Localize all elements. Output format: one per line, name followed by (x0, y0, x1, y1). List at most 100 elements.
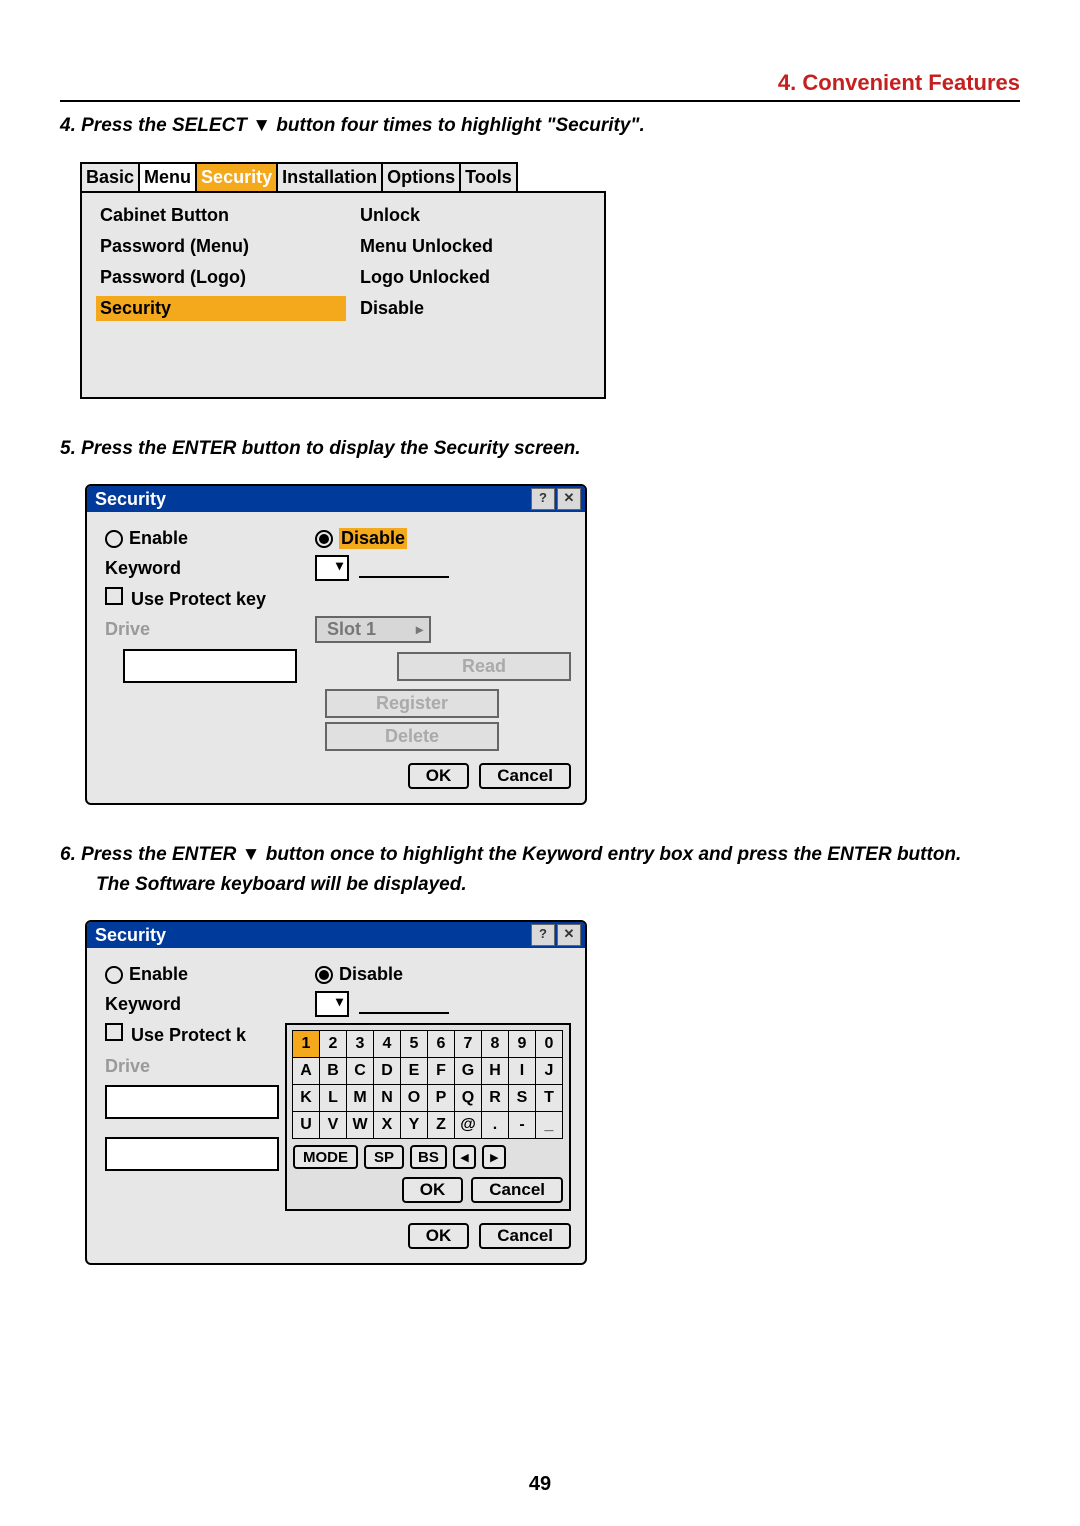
keyword-dropdown[interactable] (315, 555, 349, 581)
key-f[interactable]: F (427, 1057, 455, 1085)
use-protect-key-checkbox-2[interactable]: Use Protect k (105, 1023, 279, 1046)
key-t[interactable]: T (535, 1084, 563, 1112)
help-icon-2[interactable]: ? (531, 924, 555, 946)
key-mode[interactable]: MODE (293, 1145, 358, 1169)
row-password-menu[interactable]: Password (Menu) (96, 234, 346, 259)
key-4[interactable]: 4 (373, 1030, 401, 1058)
tab-menu[interactable]: Menu (138, 162, 197, 191)
radio-disable[interactable]: Disable (315, 528, 407, 549)
val-unlock: Unlock (356, 203, 497, 228)
key-5[interactable]: 5 (400, 1030, 428, 1058)
key-e[interactable]: E (400, 1057, 428, 1085)
key-y[interactable]: Y (400, 1111, 428, 1139)
step4-pre: 4. Press the SELECT (60, 115, 252, 136)
key-d[interactable]: D (373, 1057, 401, 1085)
key-q[interactable]: Q (454, 1084, 482, 1112)
radio-enable[interactable]: Enable (105, 528, 315, 549)
delete-button[interactable]: Delete (325, 722, 499, 751)
key-2[interactable]: 2 (319, 1030, 347, 1058)
ok-button[interactable]: OK (408, 763, 470, 789)
radio-enable-2[interactable]: Enable (105, 964, 315, 985)
step-5: 5. Press the ENTER button to display the… (60, 435, 1020, 463)
key-right[interactable]: ▸ (482, 1145, 506, 1169)
key-bs[interactable]: BS (410, 1145, 447, 1169)
key-6[interactable]: 6 (427, 1030, 455, 1058)
key-u[interactable]: U (292, 1111, 320, 1139)
key-left[interactable]: ◂ (453, 1145, 477, 1169)
val-menu-unlocked: Menu Unlocked (356, 234, 497, 259)
key-x[interactable]: X (373, 1111, 401, 1139)
help-icon[interactable]: ? (531, 488, 555, 510)
radio-disable-2[interactable]: Disable (315, 964, 403, 985)
key-underscore[interactable]: _ (535, 1111, 563, 1139)
keyword-input[interactable] (359, 558, 449, 578)
dlg2-cancel-button[interactable]: Cancel (479, 1223, 571, 1249)
tab-basic[interactable]: Basic (80, 162, 140, 191)
key-1[interactable]: 1 (292, 1030, 320, 1058)
key-m[interactable]: M (346, 1084, 374, 1112)
key-9[interactable]: 9 (508, 1030, 536, 1058)
tab-bar: Basic Menu Security Installation Options… (80, 162, 1020, 191)
security-dialog-1: Security ? ✕ Enable Disable Keyword Use … (85, 484, 587, 805)
chapter-title: 4. Convenient Features (60, 70, 1020, 96)
key-j[interactable]: J (535, 1057, 563, 1085)
tab-options[interactable]: Options (381, 162, 461, 191)
step4-post: button four times to highlight "Security… (271, 115, 645, 136)
read-button[interactable]: Read (397, 652, 571, 681)
key-sp[interactable]: SP (364, 1145, 404, 1169)
keyword-label-2: Keyword (105, 994, 315, 1015)
key-b[interactable]: B (319, 1057, 347, 1085)
row-password-logo[interactable]: Password (Logo) (96, 265, 346, 290)
software-keyboard: 1 2 3 4 5 6 7 8 9 0 A B C (285, 1023, 571, 1211)
enable-label: Enable (129, 528, 188, 549)
tab-tools[interactable]: Tools (459, 162, 518, 191)
key-p[interactable]: P (427, 1084, 455, 1112)
key-o[interactable]: O (400, 1084, 428, 1112)
key-h[interactable]: H (481, 1057, 509, 1085)
osk-cancel-button[interactable]: Cancel (471, 1177, 563, 1203)
close-icon[interactable]: ✕ (557, 488, 581, 510)
triangle-down-icon: ▼ (252, 115, 271, 136)
val-logo-unlocked: Logo Unlocked (356, 265, 497, 290)
key-at[interactable]: @ (454, 1111, 482, 1139)
use-protect-key-checkbox[interactable]: Use Protect key (105, 587, 266, 610)
key-k[interactable]: K (292, 1084, 320, 1112)
chevron-right-icon: ▸ (416, 621, 423, 638)
pk-list-2 (105, 1085, 279, 1119)
key-dash[interactable]: - (508, 1111, 536, 1139)
key-g[interactable]: G (454, 1057, 482, 1085)
row-cabinet-button[interactable]: Cabinet Button (96, 203, 346, 228)
key-a[interactable]: A (292, 1057, 320, 1085)
drive-slot-selector[interactable]: Slot 1▸ (315, 616, 431, 643)
key-z[interactable]: Z (427, 1111, 455, 1139)
register-button[interactable]: Register (325, 689, 499, 718)
row-security[interactable]: Security (96, 296, 346, 321)
key-n[interactable]: N (373, 1084, 401, 1112)
key-l[interactable]: L (319, 1084, 347, 1112)
step-6: 6. Press the ENTER ▼ button once to high… (60, 841, 1020, 898)
tab-installation[interactable]: Installation (276, 162, 383, 191)
key-8[interactable]: 8 (481, 1030, 509, 1058)
pk-list (123, 649, 297, 683)
drive-label-2: Drive (105, 1056, 279, 1077)
cancel-button[interactable]: Cancel (479, 763, 571, 789)
keyword-dropdown-2[interactable] (315, 991, 349, 1017)
tab-security[interactable]: Security (195, 162, 278, 191)
key-dot[interactable]: . (481, 1111, 509, 1139)
divider (60, 100, 1020, 102)
key-0[interactable]: 0 (535, 1030, 563, 1058)
key-7[interactable]: 7 (454, 1030, 482, 1058)
page-number: 49 (0, 1473, 1080, 1496)
osk-ok-button[interactable]: OK (402, 1177, 464, 1203)
close-icon-2[interactable]: ✕ (557, 924, 581, 946)
val-disable: Disable (356, 296, 497, 321)
key-r[interactable]: R (481, 1084, 509, 1112)
key-w[interactable]: W (346, 1111, 374, 1139)
key-3[interactable]: 3 (346, 1030, 374, 1058)
key-c[interactable]: C (346, 1057, 374, 1085)
key-s[interactable]: S (508, 1084, 536, 1112)
dlg2-ok-button[interactable]: OK (408, 1223, 470, 1249)
keyword-input-2[interactable] (359, 994, 449, 1014)
key-i[interactable]: I (508, 1057, 536, 1085)
key-v[interactable]: V (319, 1111, 347, 1139)
